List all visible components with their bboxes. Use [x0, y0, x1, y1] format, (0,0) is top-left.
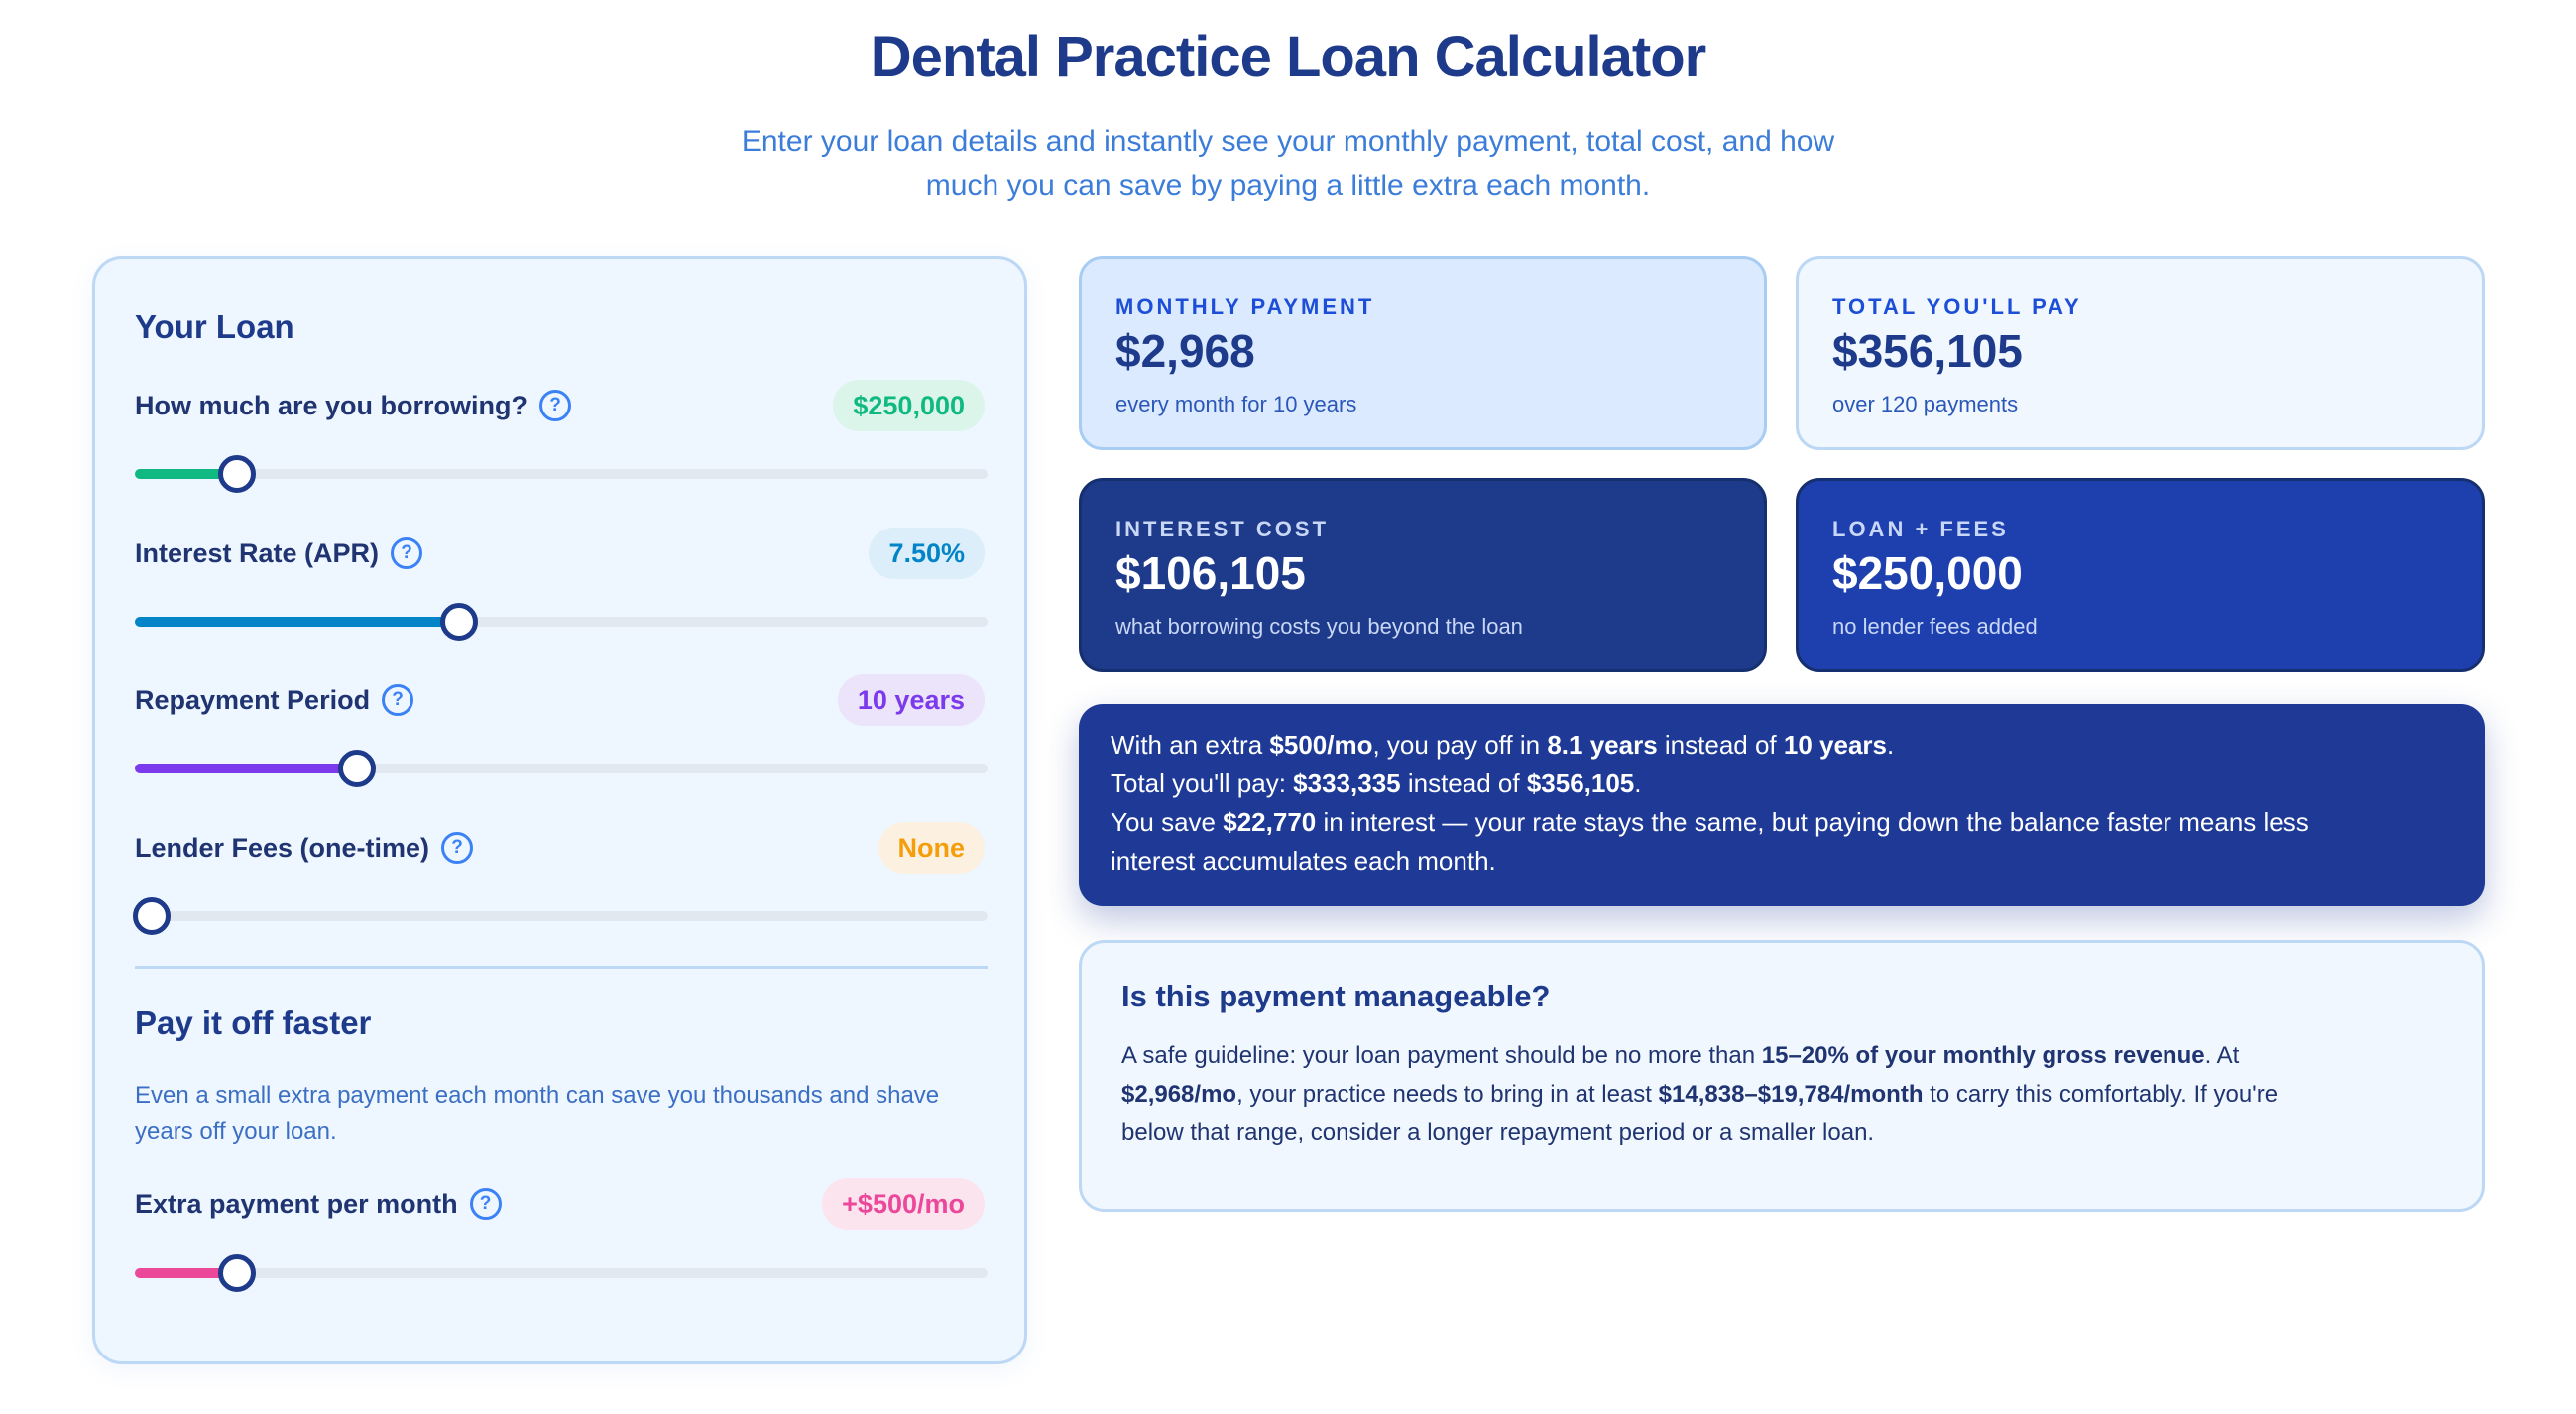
interest-cost-value: $106,105 [1115, 547, 1306, 599]
interest-rate-value-badge: 7.50% [869, 528, 985, 579]
savings-line-end: interest accumulates each month. [1111, 846, 1496, 876]
total-pay-label: Total You'll Pay [1832, 295, 2082, 319]
loan-fees-label: Loan + Fees [1832, 517, 2009, 541]
interest-rate-label: Interest Rate (APR) [135, 537, 380, 568]
savings-old-total: $356,105 [1526, 768, 1635, 798]
interest-rate-slider-thumb[interactable] [439, 603, 478, 641]
repayment-period-label-row: Repayment Period ? [135, 680, 414, 720]
savings-text: . [1634, 768, 1642, 798]
loan-amount-help-icon[interactable]: ? [539, 390, 572, 421]
savings-text: instead of [1400, 768, 1527, 798]
savings-text: You save [1111, 807, 1224, 837]
lender-fees-help-icon[interactable]: ? [441, 832, 474, 864]
monthly-payment-sub: every month for 10 years [1115, 392, 1357, 416]
extra-payment-label-row: Extra payment per month ? [135, 1184, 502, 1224]
subtitle-line: much you can save by paying a little ext… [925, 170, 1651, 202]
manageable-text: . At [2204, 1042, 2240, 1069]
savings-line-payoff: With an extra $500/mo, you pay off in 8.… [1111, 726, 2453, 765]
pay-faster-heading: Pay it off faster [135, 1004, 372, 1041]
savings-text: Total you'll pay: [1111, 768, 1294, 798]
savings-text: , you pay off in [1372, 730, 1548, 760]
manageable-text: A safe guideline: your loan payment shou… [1121, 1042, 1762, 1069]
extra-payment-slider[interactable] [135, 1254, 988, 1292]
interest-cost-card: Interest Cost $106,105 what borrowing co… [1079, 478, 1767, 672]
loan-fees-card: Loan + Fees $250,000 no lender fees adde… [1796, 478, 2485, 672]
interest-rate-slider[interactable] [135, 603, 988, 641]
extra-payment-slider-thumb[interactable] [218, 1254, 257, 1292]
repayment-period-slider-fill [135, 764, 357, 773]
lender-fees-label: Lender Fees (one-time) [135, 832, 430, 863]
repayment-period-slider[interactable] [135, 750, 988, 787]
monthly-payment-card: Monthly Payment $2,968 every month for 1… [1079, 256, 1767, 450]
interest-rate-slider-fill [135, 617, 459, 627]
extra-payment-help-icon[interactable]: ? [469, 1188, 502, 1220]
extra-payment-value-badge: +$500/mo [822, 1178, 985, 1230]
lender-fees-slider-thumb[interactable] [133, 897, 172, 935]
loan-amount-label-row: How much are you borrowing? ? [135, 386, 572, 425]
manageable-line: $2,968/mo, your practice needs to bring … [1121, 1075, 2442, 1114]
interest-cost-label: Interest Cost [1115, 517, 1330, 541]
lender-fees-value-badge: None [878, 822, 985, 874]
hint-line: Even a small extra payment each month ca… [135, 1082, 940, 1109]
savings-text: With an extra [1111, 730, 1270, 760]
payment-manageable-box: Is this payment manageable? A safe guide… [1079, 940, 2485, 1212]
panel-divider [135, 966, 988, 969]
your-loan-heading: Your Loan [135, 308, 294, 345]
interest-rate-help-icon[interactable]: ? [391, 537, 423, 569]
extra-payment-label: Extra payment per month [135, 1188, 458, 1219]
page-subtitle: Enter your loan details and instantly se… [694, 119, 1882, 208]
repayment-period-slider-thumb[interactable] [337, 750, 376, 787]
savings-interest-saved: $22,770 [1223, 807, 1317, 837]
lender-fees-slider[interactable] [133, 897, 988, 935]
savings-text: in interest — your rate stays the same, … [1316, 807, 2309, 837]
loan-calculator-page: Dental Practice Loan Calculator Enter yo… [0, 0, 2576, 1414]
lender-fees-label-row: Lender Fees (one-time) ? [135, 828, 474, 868]
manageable-text: to carry this comfortably. If you're [1923, 1081, 2279, 1108]
manageable-revenue-range: $14,838–$19,784/month [1658, 1081, 1924, 1108]
pay-faster-hint: Even a small extra payment each month ca… [135, 1077, 988, 1150]
total-pay-card: Total You'll Pay $356,105 over 120 payme… [1796, 256, 2485, 450]
repayment-period-help-icon[interactable]: ? [382, 684, 414, 716]
manageable-heading: Is this payment manageable? [1121, 979, 1551, 1013]
manageable-payment: $2,968/mo [1121, 1081, 1237, 1108]
total-pay-value: $356,105 [1832, 325, 2023, 377]
monthly-payment-label: Monthly Payment [1115, 295, 1375, 319]
manageable-body: A safe guideline: your loan payment shou… [1121, 1036, 2442, 1152]
total-pay-sub: over 120 payments [1832, 392, 2019, 416]
savings-new-total: $333,335 [1293, 768, 1401, 798]
savings-line-total: Total you'll pay: $333,335 instead of $3… [1111, 765, 2453, 803]
page-title: Dental Practice Loan Calculator [870, 25, 1706, 89]
savings-text: . [1886, 730, 1895, 760]
interest-cost-sub: what borrowing costs you beyond the loan [1115, 614, 1523, 639]
loan-fees-value: $250,000 [1832, 547, 2023, 599]
manageable-text: , your practice needs to bring in at lea… [1236, 1081, 1659, 1108]
loan-input-panel: Your Loan How much are you borrowing? ? … [92, 256, 1027, 1364]
hint-line: years off your loan. [135, 1119, 337, 1145]
savings-new-term: 8.1 years [1547, 730, 1658, 760]
interest-rate-label-row: Interest Rate (APR) ? [135, 533, 423, 573]
extra-payment-savings-banner: With an extra $500/mo, you pay off in 8.… [1079, 704, 2485, 906]
manageable-guideline: 15–20% of your monthly gross revenue [1761, 1042, 2205, 1069]
savings-text: instead of [1657, 730, 1784, 760]
loan-amount-slider-thumb[interactable] [218, 455, 257, 493]
savings-extra-amount: $500/mo [1269, 730, 1373, 760]
repayment-period-value-badge: 10 years [837, 674, 985, 726]
loan-amount-label: How much are you borrowing? [135, 390, 528, 420]
manageable-line: below that range, consider a longer repa… [1121, 1119, 1875, 1146]
loan-amount-value-badge: $250,000 [833, 380, 985, 431]
loan-fees-sub: no lender fees added [1832, 614, 2038, 639]
monthly-payment-value: $2,968 [1115, 325, 1255, 377]
repayment-period-label: Repayment Period [135, 684, 371, 715]
subtitle-line: Enter your loan details and instantly se… [741, 125, 1835, 158]
loan-amount-slider[interactable] [135, 455, 988, 493]
manageable-line: A safe guideline: your loan payment shou… [1121, 1036, 2442, 1075]
savings-line-interest: You save $22,770 in interest — your rate… [1111, 803, 2453, 842]
savings-old-term: 10 years [1783, 730, 1887, 760]
